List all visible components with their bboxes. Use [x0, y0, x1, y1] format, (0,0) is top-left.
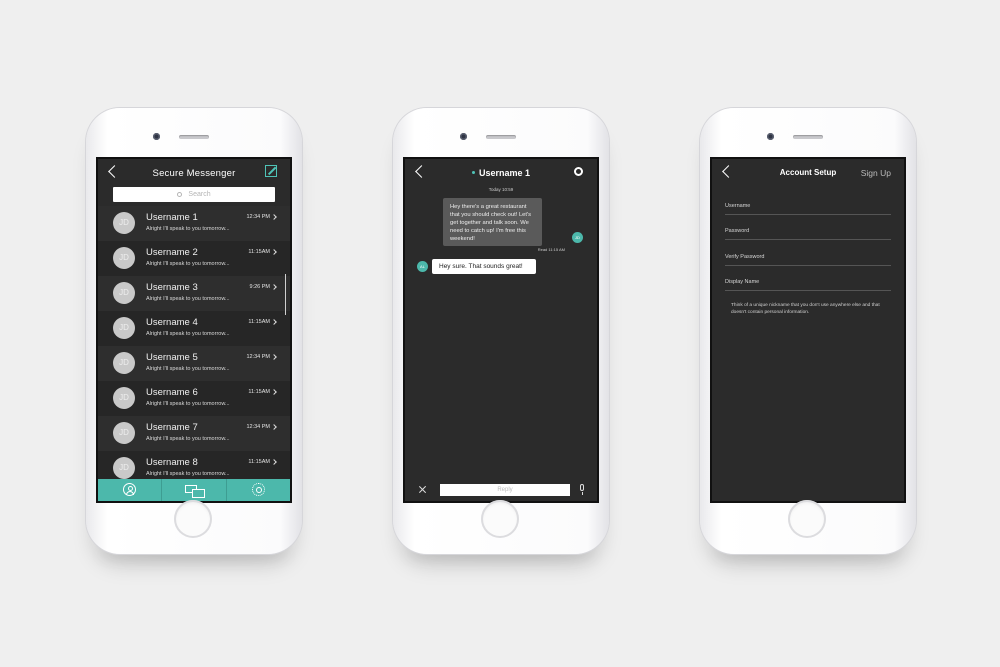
- timestamp: 11:15AM: [248, 249, 270, 255]
- microphone-icon[interactable]: [580, 484, 584, 495]
- avatar: AL: [417, 261, 428, 272]
- compose-icon[interactable]: [265, 165, 277, 177]
- avatar: JD: [113, 317, 135, 339]
- timestamp: 11:15AM: [248, 459, 270, 465]
- avatar: JD: [113, 282, 135, 304]
- avatar: JD: [113, 247, 135, 269]
- list-item[interactable]: JD Username 1 Alright I'll speak to you to…: [98, 206, 290, 241]
- speaker: [179, 135, 209, 139]
- reply-input[interactable]: Reply: [440, 484, 570, 496]
- username-field[interactable]: Username: [725, 203, 891, 215]
- tools-icon[interactable]: [418, 485, 427, 494]
- avatar: JD: [113, 212, 135, 234]
- username: Username 2: [146, 247, 198, 258]
- camera: [460, 133, 467, 140]
- conversation-list: JD Username 1 Alright I'll speak to you to…: [98, 206, 290, 486]
- camera: [767, 133, 774, 140]
- avatar: JD: [113, 422, 135, 444]
- list-item[interactable]: JD Username 4 Alright I'll speak to you to…: [98, 311, 290, 346]
- screen: Account Setup Sign Up Username Password …: [710, 157, 906, 503]
- avatar: JD: [572, 232, 583, 243]
- read-receipt: Read 11:15 AM: [537, 247, 565, 252]
- password-field[interactable]: Password: [725, 228, 891, 240]
- avatar: JD: [113, 387, 135, 409]
- timestamp: 11:15AM: [248, 319, 270, 325]
- tab-bar: [98, 479, 290, 501]
- message-preview: Alright I'll speak to you tomorrow...: [146, 436, 230, 442]
- timestamp: 12:34 PM: [246, 214, 270, 220]
- online-dot-icon: [471, 171, 475, 174]
- phone-conversations: Secure Messenger Search JD Username 1 Alri…: [86, 108, 302, 554]
- outgoing-message: Hey there's a great restaurant that you …: [443, 198, 542, 246]
- message-preview: Alright I'll speak to you tomorrow...: [146, 226, 230, 232]
- page-title: Secure Messenger: [152, 168, 236, 179]
- camera: [153, 133, 160, 140]
- username: Username 5: [146, 352, 198, 363]
- sign-up-button[interactable]: Sign Up: [861, 168, 891, 178]
- verify-password-field[interactable]: Verify Password: [725, 254, 891, 266]
- message-preview: Alright I'll speak to you tomorrow...: [146, 366, 230, 372]
- speaker: [486, 135, 516, 139]
- tab-messages[interactable]: [162, 479, 227, 501]
- display-name-field[interactable]: Display Name: [725, 279, 891, 291]
- username: Username 3: [146, 282, 198, 293]
- chevron-right-icon: [271, 389, 277, 395]
- list-item[interactable]: JD Username 2 Alright I'll speak to you to…: [98, 241, 290, 276]
- home-button[interactable]: [788, 500, 826, 538]
- username: Username 1: [146, 212, 198, 223]
- username: Username 6: [146, 387, 198, 398]
- chevron-right-icon: [271, 214, 277, 220]
- search-input[interactable]: Search: [113, 187, 275, 202]
- screen: Secure Messenger Search JD Username 1 Alri…: [96, 157, 292, 503]
- gear-icon: [251, 483, 265, 496]
- display-name-hint: Think of a unique nickname that you don'…: [731, 303, 880, 315]
- phone-account-setup: Account Setup Sign Up Username Password …: [700, 108, 916, 554]
- composer: Reply: [405, 479, 597, 501]
- chevron-right-icon: [271, 319, 277, 325]
- chevron-right-icon: [271, 249, 277, 255]
- tab-settings[interactable]: [227, 479, 290, 501]
- username: Username 8: [146, 457, 198, 468]
- chevron-right-icon: [271, 354, 277, 360]
- incoming-message: Hey sure. That sounds great!: [432, 259, 536, 274]
- chevron-right-icon: [271, 459, 277, 465]
- message-preview: Alright I'll speak to you tomorrow...: [146, 471, 230, 477]
- chevron-right-icon: [271, 424, 277, 430]
- record-icon[interactable]: [574, 167, 583, 176]
- username: Username 4: [146, 317, 198, 328]
- list-item[interactable]: JD Username 5 Alright I'll speak to you to…: [98, 346, 290, 381]
- timestamp: 12:34 PM: [246, 424, 270, 430]
- speaker: [793, 135, 823, 139]
- scrollbar[interactable]: [284, 274, 286, 315]
- chevron-right-icon: [271, 284, 277, 290]
- search-icon: [177, 191, 183, 197]
- search-placeholder: Search: [188, 191, 211, 198]
- message-preview: Alright I'll speak to you tomorrow...: [146, 261, 230, 267]
- timestamp: 9:26 PM: [249, 284, 270, 290]
- list-item[interactable]: JD Username 3 Alright I'll speak to you to…: [98, 276, 290, 311]
- timestamp: 11:15AM: [248, 389, 270, 395]
- avatar: JD: [113, 457, 135, 479]
- message-preview: Alright I'll speak to you tomorrow...: [146, 331, 230, 337]
- person-icon: [123, 483, 137, 496]
- phone-chat: Username 1 Today 10:59 Hey there's a gre…: [393, 108, 609, 554]
- chat-username: Username 1: [478, 168, 531, 178]
- home-button[interactable]: [174, 500, 212, 538]
- date-label: Today 10:59: [488, 187, 514, 192]
- screen: Username 1 Today 10:59 Hey there's a gre…: [403, 157, 599, 503]
- list-item[interactable]: JD Username 7 Alright I'll speak to you to…: [98, 416, 290, 451]
- nav-bar: Secure Messenger: [98, 159, 290, 187]
- chat-title: Username 1: [405, 168, 597, 178]
- message-preview: Alright I'll speak to you tomorrow...: [146, 401, 230, 407]
- username: Username 7: [146, 422, 198, 433]
- chat-icon: [184, 485, 205, 498]
- timestamp: 12:34 PM: [246, 354, 270, 360]
- list-item[interactable]: JD Username 6 Alright I'll speak to you to…: [98, 381, 290, 416]
- message-preview: Alright I'll speak to you tomorrow...: [146, 296, 230, 302]
- avatar: JD: [113, 352, 135, 374]
- tab-contacts[interactable]: [98, 479, 163, 501]
- home-button[interactable]: [481, 500, 519, 538]
